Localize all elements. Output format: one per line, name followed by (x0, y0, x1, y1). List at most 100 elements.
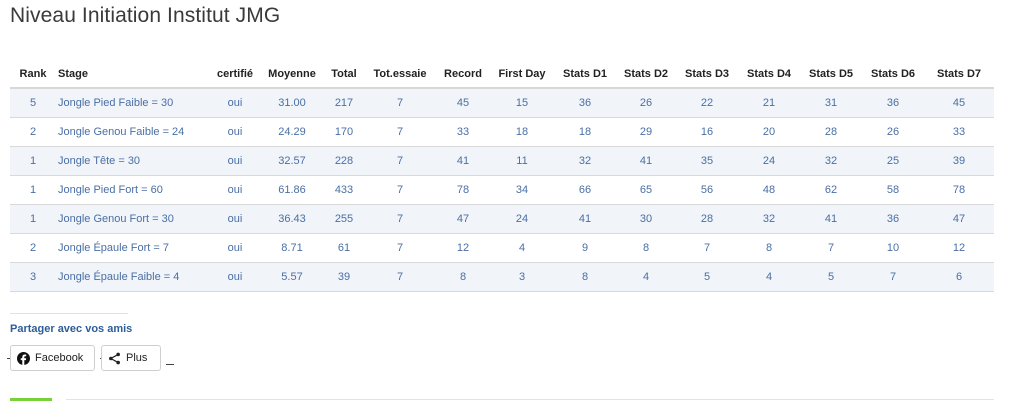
stage-link[interactable]: Jongle Épaule Fort = 7 (56, 233, 210, 263)
table-row: 2 Jongle Épaule Fort = 7 oui 8.71 61 7 12 4 9 8 7 8… (10, 233, 994, 263)
stats-d1-cell: 41 (554, 204, 616, 234)
column-header[interactable]: Tot.essaie (364, 60, 436, 89)
stats-d4-cell: 21 (738, 88, 800, 118)
stage-link[interactable]: Jongle Pied Faible = 30 (56, 88, 210, 118)
column-header[interactable]: Moyenne (260, 60, 324, 89)
certified-cell: oui (210, 88, 260, 118)
attempts-cell: 7 (364, 175, 436, 205)
stats-d6-cell: 10 (862, 233, 924, 263)
rank-cell: 1 (10, 146, 56, 176)
average-cell: 5.57 (260, 262, 324, 292)
page-title: Niveau Initiation Institut JMG (10, 4, 281, 27)
column-header[interactable]: Record (436, 60, 490, 89)
record-cell: 41 (436, 146, 490, 176)
share-title: Partager avec vos amis (10, 323, 133, 335)
stats-d4-cell: 24 (738, 146, 800, 176)
stats-d1-cell: 36 (554, 88, 616, 118)
column-header[interactable]: Stats D4 (738, 60, 800, 89)
stats-d1-cell: 18 (554, 117, 616, 147)
first-day-cell: 34 (490, 175, 554, 205)
average-cell: 8.71 (260, 233, 324, 263)
stats-d2-cell: 65 (616, 175, 676, 205)
facebook-share-label: Facebook (35, 352, 84, 364)
attempts-cell: 7 (364, 204, 436, 234)
stats-d6-cell: 7 (862, 262, 924, 292)
rank-cell: 2 (10, 233, 56, 263)
stats-d3-cell: 5 (676, 262, 738, 292)
stats-d5-cell: 7 (800, 233, 862, 263)
record-cell: 78 (436, 175, 490, 205)
column-header[interactable]: Stats D1 (554, 60, 616, 89)
facebook-share-button[interactable]: Facebook (10, 345, 95, 371)
stats-d7-cell: 12 (924, 233, 994, 263)
column-header[interactable]: Total (324, 60, 364, 89)
first-day-cell: 24 (490, 204, 554, 234)
stage-link[interactable]: Jongle Pied Fort = 60 (56, 175, 210, 205)
total-cell: 255 (324, 204, 364, 234)
stats-d6-cell: 58 (862, 175, 924, 205)
stats-d2-cell: 29 (616, 117, 676, 147)
record-cell: 47 (436, 204, 490, 234)
stats-d4-cell: 48 (738, 175, 800, 205)
total-cell: 217 (324, 88, 364, 118)
stats-d5-cell: 31 (800, 88, 862, 118)
stats-d1-cell: 8 (554, 262, 616, 292)
stats-d3-cell: 56 (676, 175, 738, 205)
total-cell: 228 (324, 146, 364, 176)
column-header[interactable]: Stats D7 (924, 60, 994, 89)
column-header[interactable]: Stats D5 (800, 60, 862, 89)
facebook-icon (17, 351, 30, 365)
stats-d7-cell: 39 (924, 146, 994, 176)
column-header[interactable]: certifié (210, 60, 260, 89)
stats-d2-cell: 4 (616, 262, 676, 292)
average-cell: 31.00 (260, 88, 324, 118)
stats-d4-cell: 4 (738, 262, 800, 292)
stats-d3-cell: 28 (676, 204, 738, 234)
stats-d7-cell: 33 (924, 117, 994, 147)
table-row: 1 Jongle Genou Fort = 30 oui 36.43 255 7 47 24 4… (10, 204, 994, 234)
stats-d2-cell: 41 (616, 146, 676, 176)
table-row: 1 Jongle Tête = 30 oui 32.57 228 7 41 11 32 41 35 2… (10, 146, 994, 176)
column-header[interactable]: Stats D3 (676, 60, 738, 89)
stats-d5-cell: 28 (800, 117, 862, 147)
record-cell: 45 (436, 88, 490, 118)
stats-d7-cell: 47 (924, 204, 994, 234)
certified-cell: oui (210, 233, 260, 263)
attempts-cell: 7 (364, 146, 436, 176)
first-day-cell: 18 (490, 117, 554, 147)
stage-link[interactable]: Jongle Tête = 30 (56, 146, 210, 176)
stats-d5-cell: 41 (800, 204, 862, 234)
stats-d7-cell: 6 (924, 262, 994, 292)
column-header[interactable]: Rank (10, 60, 56, 89)
table-header-row: Rank Stage certifié Moyenne Total Tot.es… (10, 60, 994, 89)
first-day-cell: 3 (490, 262, 554, 292)
stats-d4-cell: 20 (738, 117, 800, 147)
stats-d1-cell: 66 (554, 175, 616, 205)
stats-d7-cell: 45 (924, 88, 994, 118)
column-header[interactable]: Stage (56, 60, 210, 89)
accent-bar (10, 398, 52, 401)
certified-cell: oui (210, 146, 260, 176)
more-share-button[interactable]: Plus (101, 345, 161, 371)
stats-table: Rank Stage certifié Moyenne Total Tot.es… (10, 60, 994, 292)
stage-link[interactable]: Jongle Genou Faible = 24 (56, 117, 210, 147)
stage-link[interactable]: Jongle Genou Fort = 30 (56, 204, 210, 234)
stats-d5-cell: 32 (800, 146, 862, 176)
stats-d7-cell: 78 (924, 175, 994, 205)
column-header[interactable]: First Day (490, 60, 554, 89)
column-header[interactable]: Stats D6 (862, 60, 924, 89)
attempts-cell: 7 (364, 262, 436, 292)
column-header[interactable]: Stats D2 (616, 60, 676, 89)
attempts-cell: 7 (364, 233, 436, 263)
stats-d3-cell: 35 (676, 146, 738, 176)
record-cell: 12 (436, 233, 490, 263)
average-cell: 61.86 (260, 175, 324, 205)
table-row: 2 Jongle Genou Faible = 24 oui 24.29 170 7 33 1… (10, 117, 994, 147)
certified-cell: oui (210, 117, 260, 147)
table-row: 5 Jongle Pied Faible = 30 oui 31.00 217 7 45 15… (10, 88, 994, 118)
attempts-cell: 7 (364, 88, 436, 118)
stage-link[interactable]: Jongle Épaule Faible = 4 (56, 262, 210, 292)
average-cell: 24.29 (260, 117, 324, 147)
certified-cell: oui (210, 262, 260, 292)
stats-d6-cell: 36 (862, 88, 924, 118)
